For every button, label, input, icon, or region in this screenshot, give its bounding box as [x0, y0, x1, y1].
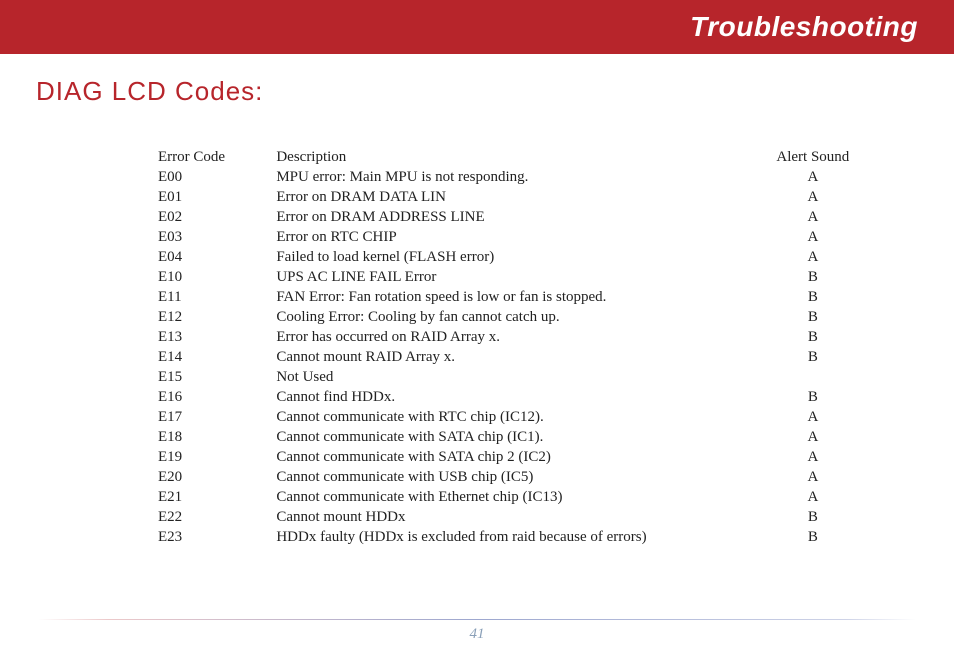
cell-alert-sound: A [768, 247, 858, 267]
cell-description: MPU error: Main MPU is not responding. [276, 167, 767, 187]
cell-error-code: E13 [158, 327, 276, 347]
table-header-row: Error Code Description Alert Sound [158, 147, 858, 167]
table-row: E04Failed to load kernel (FLASH error)A [158, 247, 858, 267]
cell-description: UPS AC LINE FAIL Error [276, 267, 767, 287]
cell-error-code: E03 [158, 227, 276, 247]
table-row: E16Cannot find HDDx.B [158, 387, 858, 407]
cell-description: Cannot find HDDx. [276, 387, 767, 407]
cell-description: Cooling Error: Cooling by fan cannot cat… [276, 307, 767, 327]
table-row: E23HDDx faulty (HDDx is excluded from ra… [158, 527, 858, 547]
cell-error-code: E04 [158, 247, 276, 267]
cell-error-code: E19 [158, 447, 276, 467]
cell-alert-sound: B [768, 347, 858, 367]
header-error-code: Error Code [158, 147, 276, 167]
table-row: E22Cannot mount HDDxB [158, 507, 858, 527]
header-title: Troubleshooting [690, 11, 918, 43]
cell-alert-sound: A [768, 187, 858, 207]
cell-error-code: E15 [158, 367, 276, 387]
header-description: Description [276, 147, 767, 167]
cell-description: Error on DRAM DATA LIN [276, 187, 767, 207]
table-row: E20Cannot communicate with USB chip (IC5… [158, 467, 858, 487]
table-row: E10UPS AC LINE FAIL ErrorB [158, 267, 858, 287]
cell-alert-sound: A [768, 227, 858, 247]
cell-description: Cannot communicate with USB chip (IC5) [276, 467, 767, 487]
footer-divider [38, 619, 916, 620]
cell-alert-sound: A [768, 407, 858, 427]
cell-alert-sound: B [768, 507, 858, 527]
header-alert-sound: Alert Sound [768, 147, 858, 167]
table-row: E19Cannot communicate with SATA chip 2 (… [158, 447, 858, 467]
cell-description: Cannot mount RAID Array x. [276, 347, 767, 367]
cell-alert-sound: B [768, 327, 858, 347]
cell-error-code: E20 [158, 467, 276, 487]
cell-error-code: E23 [158, 527, 276, 547]
cell-alert-sound: B [768, 387, 858, 407]
table-row: E17Cannot communicate with RTC chip (IC1… [158, 407, 858, 427]
cell-description: Cannot mount HDDx [276, 507, 767, 527]
cell-error-code: E21 [158, 487, 276, 507]
page-number: 41 [0, 626, 954, 643]
cell-error-code: E02 [158, 207, 276, 227]
table-row: E13Error has occurred on RAID Array x.B [158, 327, 858, 347]
cell-alert-sound: A [768, 207, 858, 227]
table-row: E15Not Used [158, 367, 858, 387]
cell-alert-sound: A [768, 487, 858, 507]
error-code-table: Error Code Description Alert Sound E00MP… [158, 147, 858, 547]
cell-alert-sound: A [768, 167, 858, 187]
table-row: E11FAN Error: Fan rotation speed is low … [158, 287, 858, 307]
cell-error-code: E17 [158, 407, 276, 427]
cell-description: Cannot communicate with Ethernet chip (I… [276, 487, 767, 507]
cell-alert-sound: B [768, 287, 858, 307]
table-row: E03Error on RTC CHIPA [158, 227, 858, 247]
table-row: E14Cannot mount RAID Array x.B [158, 347, 858, 367]
cell-description: Error on DRAM ADDRESS LINE [276, 207, 767, 227]
cell-alert-sound: B [768, 267, 858, 287]
cell-description: Not Used [276, 367, 767, 387]
cell-alert-sound: A [768, 447, 858, 467]
cell-error-code: E16 [158, 387, 276, 407]
footer: 41 [0, 619, 954, 643]
cell-alert-sound: A [768, 427, 858, 447]
header-bar: Troubleshooting [0, 0, 954, 54]
cell-error-code: E14 [158, 347, 276, 367]
cell-error-code: E11 [158, 287, 276, 307]
section-title: DIAG LCD Codes: [36, 76, 954, 107]
cell-description: Cannot communicate with SATA chip 2 (IC2… [276, 447, 767, 467]
cell-description: Cannot communicate with SATA chip (IC1). [276, 427, 767, 447]
table-row: E01Error on DRAM DATA LINA [158, 187, 858, 207]
cell-description: Error has occurred on RAID Array x. [276, 327, 767, 347]
cell-error-code: E12 [158, 307, 276, 327]
table-row: E21Cannot communicate with Ethernet chip… [158, 487, 858, 507]
cell-description: HDDx faulty (HDDx is excluded from raid … [276, 527, 767, 547]
cell-error-code: E01 [158, 187, 276, 207]
cell-error-code: E18 [158, 427, 276, 447]
cell-description: Error on RTC CHIP [276, 227, 767, 247]
cell-alert-sound: B [768, 527, 858, 547]
cell-error-code: E00 [158, 167, 276, 187]
table-row: E18Cannot communicate with SATA chip (IC… [158, 427, 858, 447]
table-row: E00MPU error: Main MPU is not responding… [158, 167, 858, 187]
cell-alert-sound: A [768, 467, 858, 487]
table-row: E12Cooling Error: Cooling by fan cannot … [158, 307, 858, 327]
cell-description: Failed to load kernel (FLASH error) [276, 247, 767, 267]
cell-description: FAN Error: Fan rotation speed is low or … [276, 287, 767, 307]
cell-description: Cannot communicate with RTC chip (IC12). [276, 407, 767, 427]
cell-alert-sound [768, 367, 858, 387]
cell-error-code: E10 [158, 267, 276, 287]
table-row: E02Error on DRAM ADDRESS LINEA [158, 207, 858, 227]
cell-alert-sound: B [768, 307, 858, 327]
cell-error-code: E22 [158, 507, 276, 527]
